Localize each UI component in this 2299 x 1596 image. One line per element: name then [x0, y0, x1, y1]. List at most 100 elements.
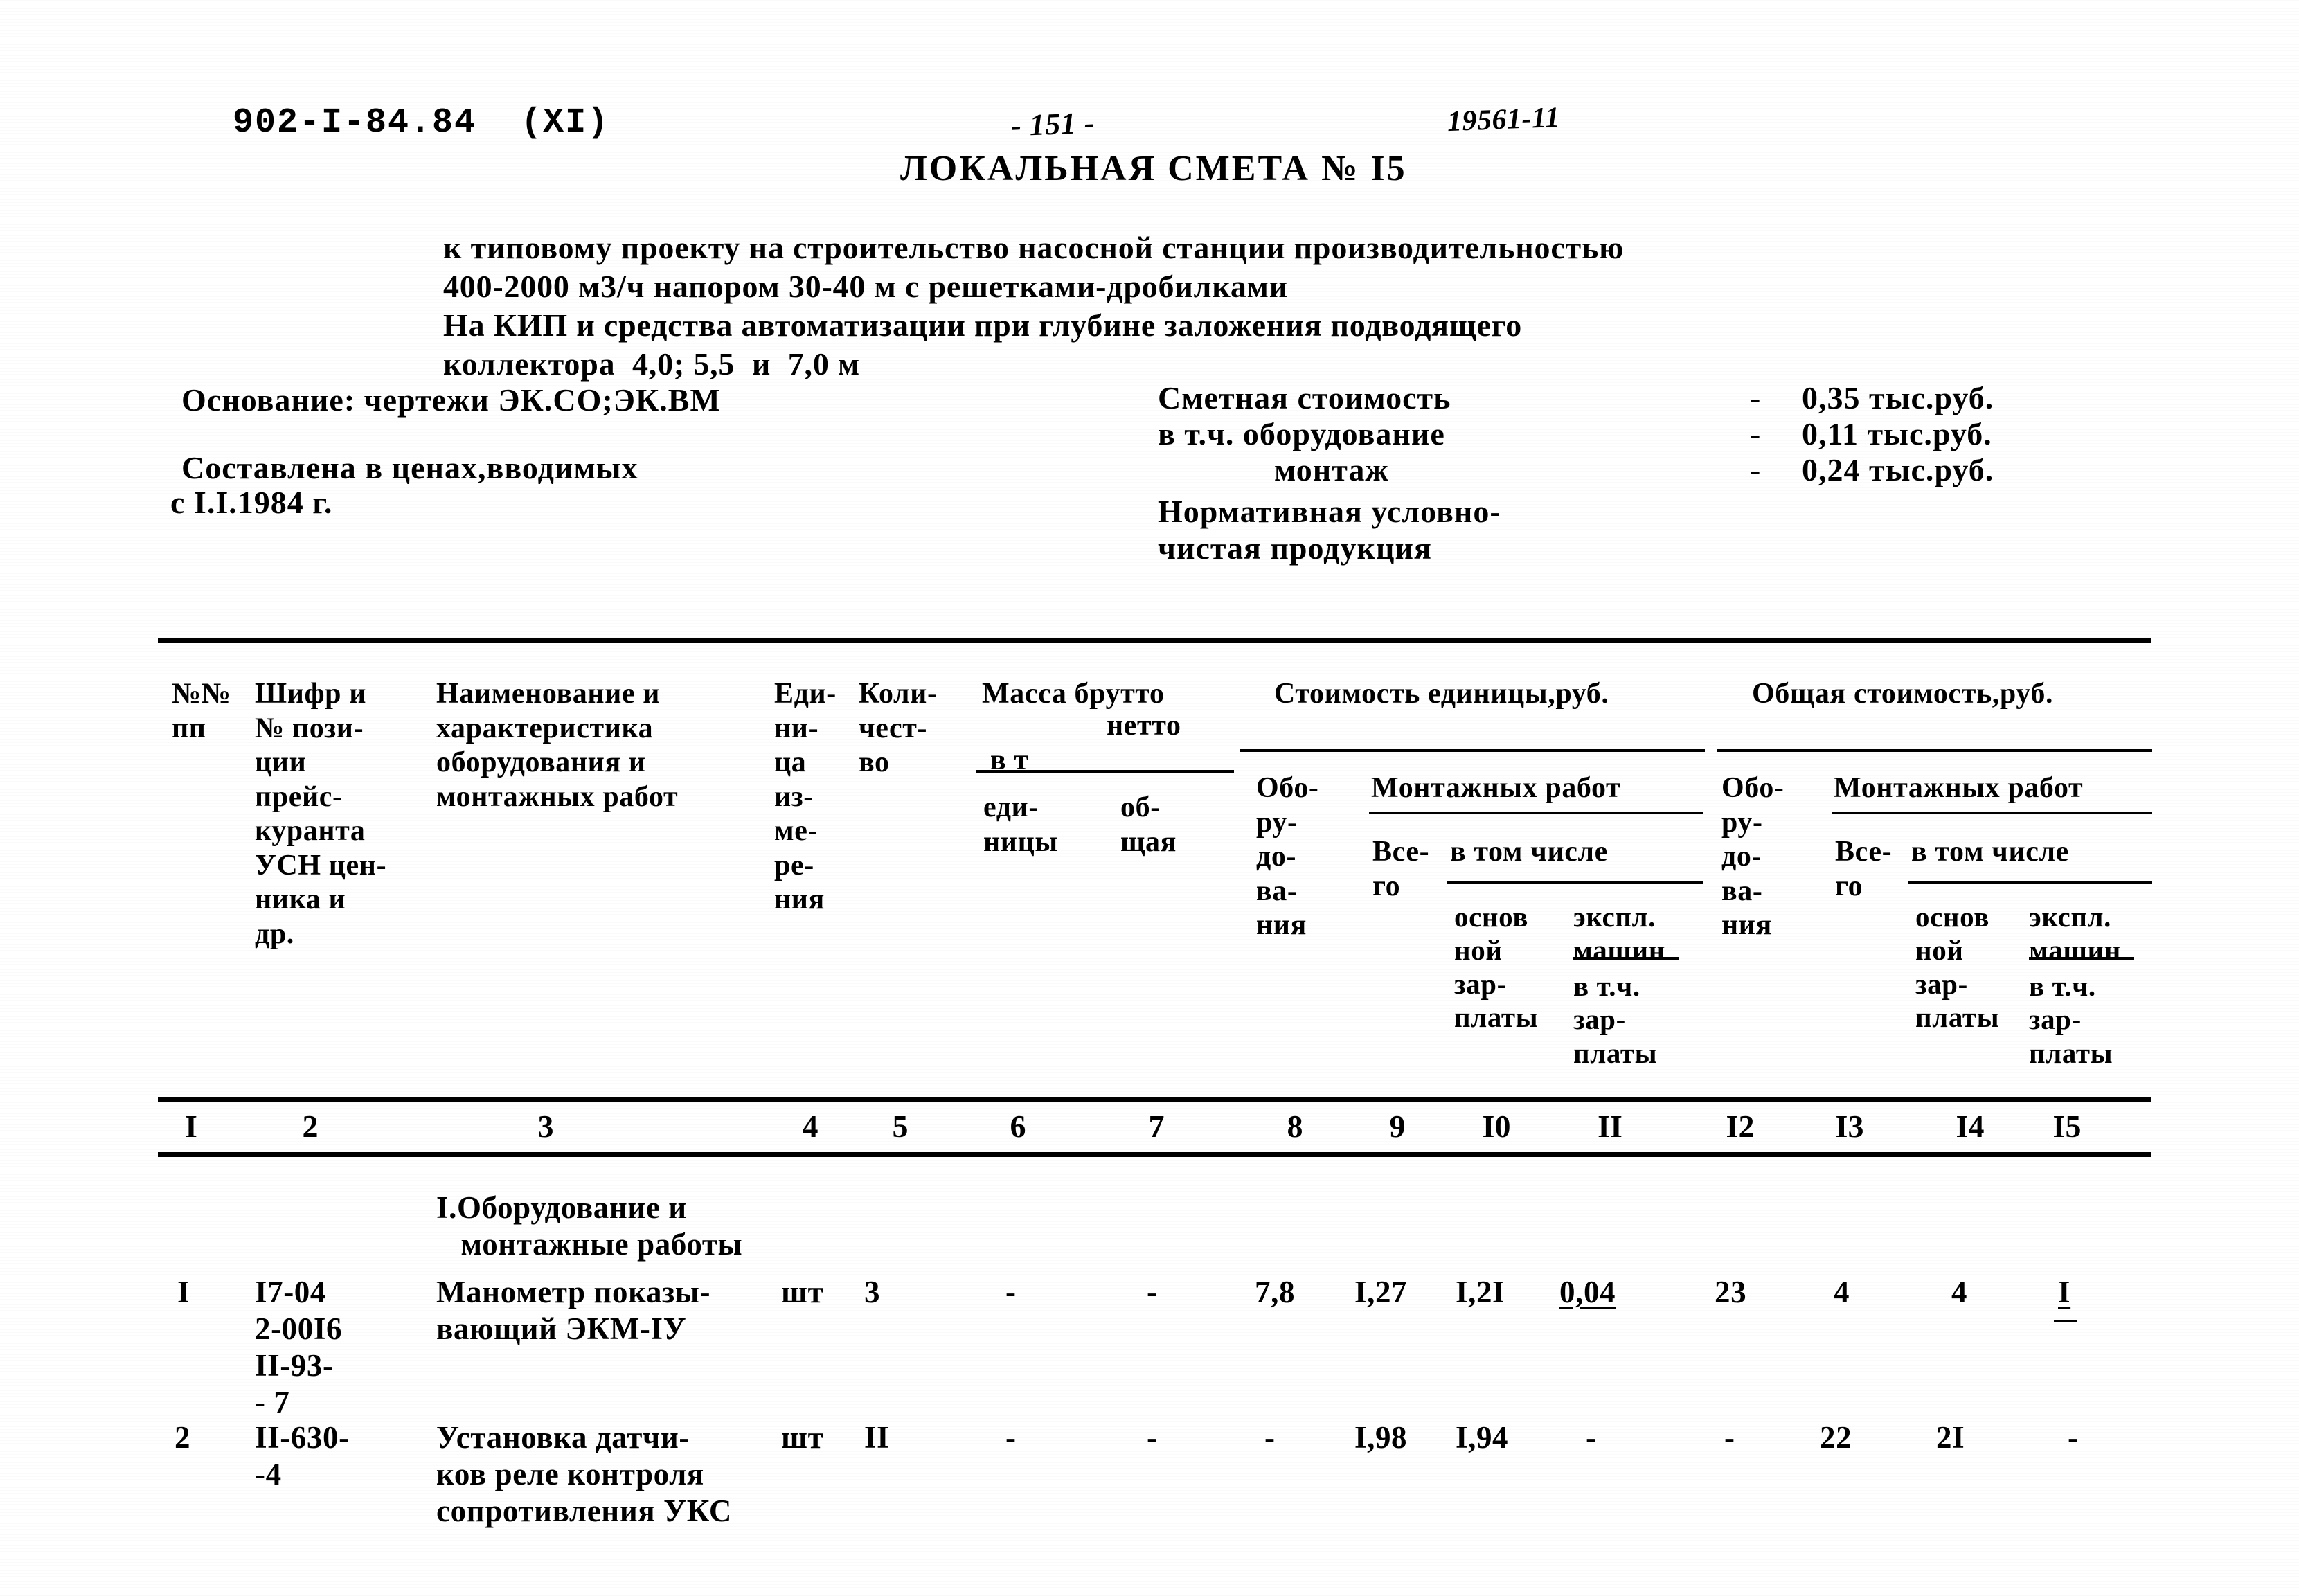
header-vtom-total: в том числе — [1911, 836, 2069, 868]
row-2-col-13: 22 — [1820, 1420, 1852, 1455]
column-number-7: 7 — [1148, 1109, 1165, 1144]
header-col-7: об- щая — [1120, 791, 1177, 858]
normative-net-output-block: Нормативная условно- чистая продукция — [1158, 493, 1501, 567]
cost-value-montage: 0,24 тыс.руб. — [1802, 452, 1994, 487]
row-2-col-11: - — [1586, 1420, 1597, 1455]
column-number-12: I2 — [1726, 1109, 1755, 1144]
description-line-2: 400-2000 м3/ч напором 30-40 м с решеткам… — [443, 269, 1289, 305]
row-2-mass-unit: - — [1005, 1420, 1017, 1455]
header-mass-unit-vt: в т — [990, 744, 1029, 776]
column-number-15: I5 — [2052, 1109, 2082, 1144]
header-col-8: Обо- ру- до- ва- ния — [1256, 772, 1319, 942]
row-2-col-12: - — [1724, 1420, 1735, 1455]
header-col-3: Наименование и характеристика оборудован… — [436, 678, 679, 813]
description-line-1: к типовому проекту на строительство насо… — [443, 230, 1625, 265]
column-number-8: 8 — [1287, 1109, 1303, 1144]
header-col-4: Еди- ни- ца из- ме- ре- ния — [774, 678, 837, 916]
montage-unit-rule — [1369, 812, 1703, 814]
row-1-code: I7-04 2-00I6 II-93- - 7 — [255, 1275, 343, 1420]
row-2-col-9: I,98 — [1354, 1420, 1408, 1455]
header-montage-unit: Монтажных работ — [1371, 772, 1621, 804]
header-vtom-unit: в том числе — [1450, 836, 1608, 868]
header-col-2: Шифр и № пози- ции прейс- куранта УСН це… — [255, 678, 387, 950]
row-1-mass-unit: - — [1005, 1275, 1017, 1309]
cost-label-equipment: в т.ч. оборудование — [1158, 416, 1445, 451]
price-basis-line-2: с I.I.1984 г. — [170, 485, 333, 520]
row-1-number: I — [177, 1275, 190, 1309]
header-group-unit-cost: Стоимость единицы,руб. — [1274, 678, 1609, 710]
column-number-10: I0 — [1482, 1109, 1511, 1144]
row-2-col-14: 2I — [1936, 1420, 1965, 1455]
header-montage-total: Монтажных работ — [1834, 772, 2084, 804]
header-col-13: Все- го — [1835, 836, 1893, 902]
column-number-11: II — [1598, 1109, 1622, 1144]
colnum-bottom-rule — [158, 1152, 2151, 1157]
row-1-col-13: 4 — [1834, 1275, 1850, 1309]
header-group-total-cost: Общая стоимость,руб. — [1752, 678, 2054, 710]
vtom-total-rule — [1908, 881, 2152, 884]
header-col-12: Обо- ру- до- ва- ния — [1721, 772, 1784, 942]
description-line-3: На КИП и средства автоматизации при глуб… — [443, 307, 1523, 343]
column-number-13: I3 — [1835, 1109, 1864, 1144]
column-number-5: 5 — [892, 1109, 909, 1144]
cost-dash-montage: - — [1750, 452, 1761, 487]
cost-label-total: Сметная стоимость — [1158, 380, 1451, 415]
header-col-14: основ ной зар- платы — [1915, 901, 2000, 1034]
column-number-14: I4 — [1956, 1109, 1985, 1144]
row-1-col-11: 0,04 — [1559, 1275, 1616, 1309]
column-number-3: 3 — [537, 1109, 554, 1144]
header-col-15: экспл. машин — [2029, 901, 2122, 967]
column-number-6: 6 — [1010, 1109, 1026, 1144]
row-2-col-15: - — [2068, 1420, 2079, 1455]
row-1-col-8: 7,8 — [1255, 1275, 1296, 1309]
document-code: 902-I-84.84 (XI) — [233, 103, 610, 143]
header-col-9: Все- го — [1372, 836, 1430, 902]
totalcost-group-rule — [1717, 749, 2152, 752]
row-1-unit: шт — [781, 1275, 824, 1309]
row-1-col-14: 4 — [1951, 1275, 1968, 1309]
column-number-9: 9 — [1389, 1109, 1406, 1144]
row-2-mass-total: - — [1147, 1420, 1158, 1455]
row-1-col-9: I,27 — [1354, 1275, 1408, 1309]
price-basis-line-1: Составлена в ценах,вводимых — [181, 450, 638, 485]
row-2-name: Установка датчи- ков реле контроля сопро… — [436, 1420, 732, 1529]
document-page: 902-I-84.84 (XI) - 151 - 19561-11 ЛОКАЛЬ… — [0, 0, 2299, 1596]
cost-dash-total: - — [1750, 380, 1761, 415]
nchp-line-2: чистая продукция — [1158, 530, 1432, 566]
header-col-6: еди- ницы — [983, 791, 1058, 858]
header-col-1: №№ пп — [172, 678, 231, 744]
colnum-top-rule — [158, 1097, 2151, 1102]
basis-drawings: Основание: чертежи ЭК.СО;ЭК.ВМ — [181, 382, 721, 418]
vtom-unit-rule — [1447, 881, 1703, 884]
header-mass-group: Масса брутто — [982, 678, 1165, 710]
row-2-unit: шт — [781, 1420, 824, 1455]
description-line-4: коллектора 4,0; 5,5 и 7,0 м — [443, 346, 861, 382]
column-number-4: 4 — [802, 1109, 818, 1144]
row-2-col-8: - — [1264, 1420, 1276, 1455]
row-1-col-10: I,2I — [1456, 1275, 1505, 1309]
row-1-qty: 3 — [864, 1275, 881, 1309]
header-col-15-sub: в т.ч. зар- платы — [2029, 970, 2113, 1069]
row-1-name: Манометр показы- вающий ЭКМ-IУ — [436, 1275, 711, 1347]
row-1-col-12: 23 — [1715, 1275, 1747, 1309]
header-mass-netto: нетто — [1107, 710, 1181, 742]
row-2-code: II-630- -4 — [255, 1420, 350, 1492]
header-col-10: основ ной зар- платы — [1454, 901, 1539, 1034]
archive-stamp-code: 19561-11 — [1447, 101, 1561, 138]
cost-label-montage: монтаж — [1274, 452, 1389, 487]
project-description: к типовому проекту на строительство насо… — [443, 228, 1624, 384]
row-2-number: 2 — [175, 1420, 191, 1455]
page-title: ЛОКАЛЬНАЯ СМЕТА № I5 — [900, 149, 1407, 188]
column-number-2: 2 — [302, 1109, 319, 1144]
row-2-col-10: I,94 — [1456, 1420, 1509, 1455]
header-col-11-sub: в т.ч. зар- платы — [1573, 970, 1658, 1069]
row-1-col-15-double-underline — [2054, 1320, 2077, 1322]
row-1-col-15: I — [2058, 1275, 2071, 1309]
montage-total-rule — [1832, 812, 2152, 814]
nchp-line-1: Нормативная условно- — [1158, 494, 1501, 529]
page-number: - 151 - — [1010, 105, 1095, 143]
unitcost-group-rule — [1240, 749, 1705, 752]
table-top-rule — [158, 638, 2151, 643]
header-col-5: Коли- чест- во — [859, 678, 938, 779]
cost-dash-equipment: - — [1750, 416, 1761, 451]
